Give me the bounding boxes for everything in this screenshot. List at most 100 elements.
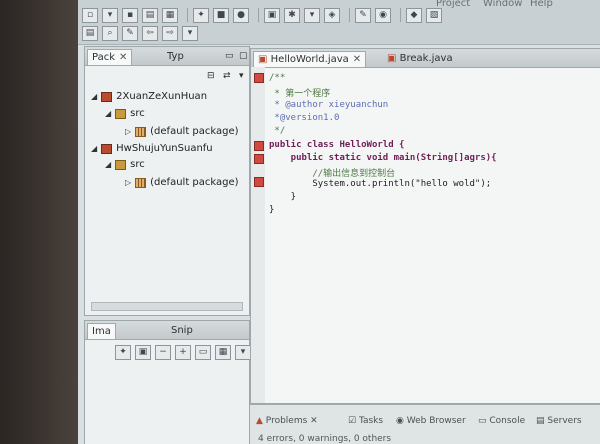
print-preview-icon[interactable]: ▦ <box>162 7 178 23</box>
collapse-arrow-icon[interactable]: ▷ <box>125 127 131 136</box>
tree-item-label: (default package) <box>150 177 239 188</box>
image-icon[interactable]: ▣ <box>135 344 151 360</box>
tab-label: Break.java <box>399 53 453 64</box>
tree-item-project[interactable]: ◢ HwShujuYunSuanfu <box>91 143 213 154</box>
menu-icon[interactable]: ▾ <box>235 344 251 360</box>
toolbar-row-1: ▫ ▾ ▪ ▤ ▦ ✦ ■ ● ▣ ✱ ▾ ◈ ✎ ◉ ◆ ▧ <box>82 6 446 24</box>
horizontal-scrollbar[interactable] <box>91 302 243 311</box>
tab-snippets[interactable]: Snip <box>167 323 197 338</box>
tab-label: Typ <box>167 51 184 62</box>
package-explorer-panel: Pack ✕ Typ ▭ ▢ ⊟ ⇄ ▾ ◢ 2XuanZeXunHuan ◢ src… <box>84 46 250 316</box>
fit-icon[interactable]: ▭ <box>195 344 211 360</box>
tree-item-default-package[interactable]: ▷ (default package) <box>125 126 239 137</box>
tab-package-explorer[interactable]: Pack ✕ <box>87 49 133 65</box>
annotation-icon[interactable]: ✎ <box>122 25 138 41</box>
view-menu-icon[interactable]: ▾ <box>235 69 248 84</box>
forward-arrow-icon[interactable]: ⇨ <box>162 25 178 41</box>
monitor-bezel <box>0 0 78 444</box>
code-line: System.out.println("hello wold"); <box>269 179 492 189</box>
open-task-icon[interactable]: ▤ <box>82 25 98 41</box>
lower-left-tabs: Ima Snip <box>85 321 249 340</box>
java-project-icon <box>101 91 113 102</box>
expand-arrow-icon[interactable]: ◢ <box>91 92 97 101</box>
code-line: *@version1.0 <box>269 113 340 123</box>
debug-icon[interactable]: ✦ <box>193 7 209 23</box>
tab-type-hierarchy[interactable]: Typ <box>163 49 188 64</box>
menu-window[interactable]: Window <box>483 0 522 9</box>
tab-console[interactable]: ▭ Console <box>478 416 525 426</box>
link-editor-icon[interactable]: ⇄ <box>219 69 235 84</box>
code-line: /** <box>269 73 286 83</box>
search-icon[interactable]: ⌕ <box>102 25 118 41</box>
servers-icon: ▤ <box>536 416 548 426</box>
tree-item-project[interactable]: ◢ 2XuanZeXunHuan <box>91 91 207 102</box>
code-editor[interactable]: ▣ HelloWorld.java ✕ ▣ Break.java /** * 第一… <box>250 48 600 404</box>
tab-servers[interactable]: ▤ Servers <box>536 416 582 426</box>
editor-gutter <box>251 67 265 403</box>
code-line: * 第一个程序 <box>269 89 331 99</box>
error-marker-icon[interactable] <box>254 73 264 83</box>
code-line: public static void main(String[]agrs){ <box>269 153 497 163</box>
package-icon <box>135 177 147 188</box>
code-line: //输出信息到控制台 <box>269 169 396 179</box>
new-dropdown-icon[interactable]: ▾ <box>102 7 118 23</box>
console-icon: ▭ <box>478 416 490 426</box>
close-icon[interactable]: ✕ <box>119 52 127 63</box>
server-icon[interactable]: ■ <box>213 7 229 23</box>
tab-break[interactable]: ▣ Break.java <box>383 51 457 66</box>
tab-image[interactable]: Ima <box>87 323 116 339</box>
error-marker-icon[interactable] <box>254 177 264 187</box>
tree-item-default-package[interactable]: ▷ (default package) <box>125 177 239 188</box>
package-explorer-tabs: Pack ✕ Typ ▭ ▢ <box>85 47 249 66</box>
code-line: */ <box>269 126 286 136</box>
java-file-icon: ▣ <box>258 54 271 65</box>
zoom-in-icon[interactable]: + <box>175 344 191 360</box>
close-icon[interactable]: ✕ <box>353 54 361 65</box>
tree-item-label: 2XuanZeXunHuan <box>116 91 208 102</box>
tab-tasks[interactable]: ☑ Tasks <box>348 416 383 426</box>
tab-web-browser[interactable]: ◉ Web Browser <box>396 416 466 426</box>
tree-item-src[interactable]: ◢ src <box>105 159 145 170</box>
tree-item-label: src <box>130 108 145 119</box>
code-line: * @author xieyuanchun <box>269 100 389 110</box>
expand-arrow-icon[interactable]: ◢ <box>91 144 97 153</box>
print-icon[interactable]: ▤ <box>142 7 158 23</box>
save-icon[interactable]: ▪ <box>122 7 138 23</box>
database-icon[interactable]: ● <box>233 7 249 23</box>
pencil-icon[interactable]: ✎ <box>355 7 371 23</box>
pin-icon[interactable]: ✦ <box>115 344 131 360</box>
expand-arrow-icon[interactable]: ◢ <box>105 109 111 118</box>
error-marker-icon[interactable] <box>254 154 264 164</box>
image-snippet-panel: Ima Snip ✦ ▣ − + ▭ ▦ ▾ <box>84 320 251 444</box>
tasks-icon: ☑ <box>348 416 359 426</box>
collapse-all-icon[interactable]: ⊟ <box>203 69 219 84</box>
menu-help[interactable]: Help <box>530 0 553 9</box>
error-marker-icon[interactable] <box>254 141 264 151</box>
browser-icon: ◉ <box>396 416 407 426</box>
run-dropdown-icon[interactable]: ▾ <box>304 7 320 23</box>
external-tools-icon[interactable]: ◈ <box>324 7 340 23</box>
lock-icon[interactable]: ▣ <box>264 7 280 23</box>
tab-helloworld[interactable]: ▣ HelloWorld.java ✕ <box>253 51 367 67</box>
image-toolbar: ✦ ▣ − + ▭ ▦ ▾ <box>115 343 255 361</box>
tab-label: HelloWorld.java <box>270 54 349 65</box>
open-type-icon[interactable]: ▧ <box>426 7 442 23</box>
globe-icon[interactable]: ◉ <box>375 7 391 23</box>
problems-summary: 4 errors, 0 warnings, 0 others <box>258 434 392 444</box>
history-dropdown-icon[interactable]: ▾ <box>182 25 198 41</box>
collapse-arrow-icon[interactable]: ▷ <box>125 178 131 187</box>
expand-arrow-icon[interactable]: ◢ <box>105 160 111 169</box>
new-file-icon[interactable]: ▫ <box>82 7 98 23</box>
toolbar-row-2: ▤ ⌕ ✎ ⇦ ⇨ ▾ <box>82 24 202 42</box>
back-arrow-icon[interactable]: ⇦ <box>142 25 158 41</box>
new-class-icon[interactable]: ◆ <box>406 7 422 23</box>
eclipse-window: Project Window Help ▫ ▾ ▪ ▤ ▦ ✦ ■ ● ▣ ✱ … <box>78 0 600 444</box>
main-toolbar: Project Window Help ▫ ▾ ▪ ▤ ▦ ✦ ■ ● ▣ ✱ … <box>78 0 600 45</box>
grid-icon[interactable]: ▦ <box>215 344 231 360</box>
code-line: public class HelloWorld { <box>269 140 405 150</box>
run-tool-icon[interactable]: ✱ <box>284 7 300 23</box>
tab-problems[interactable]: ▲ Problems ✕ <box>256 416 318 426</box>
code-line: } <box>269 205 275 215</box>
tree-item-src[interactable]: ◢ src <box>105 108 145 119</box>
zoom-out-icon[interactable]: − <box>155 344 171 360</box>
